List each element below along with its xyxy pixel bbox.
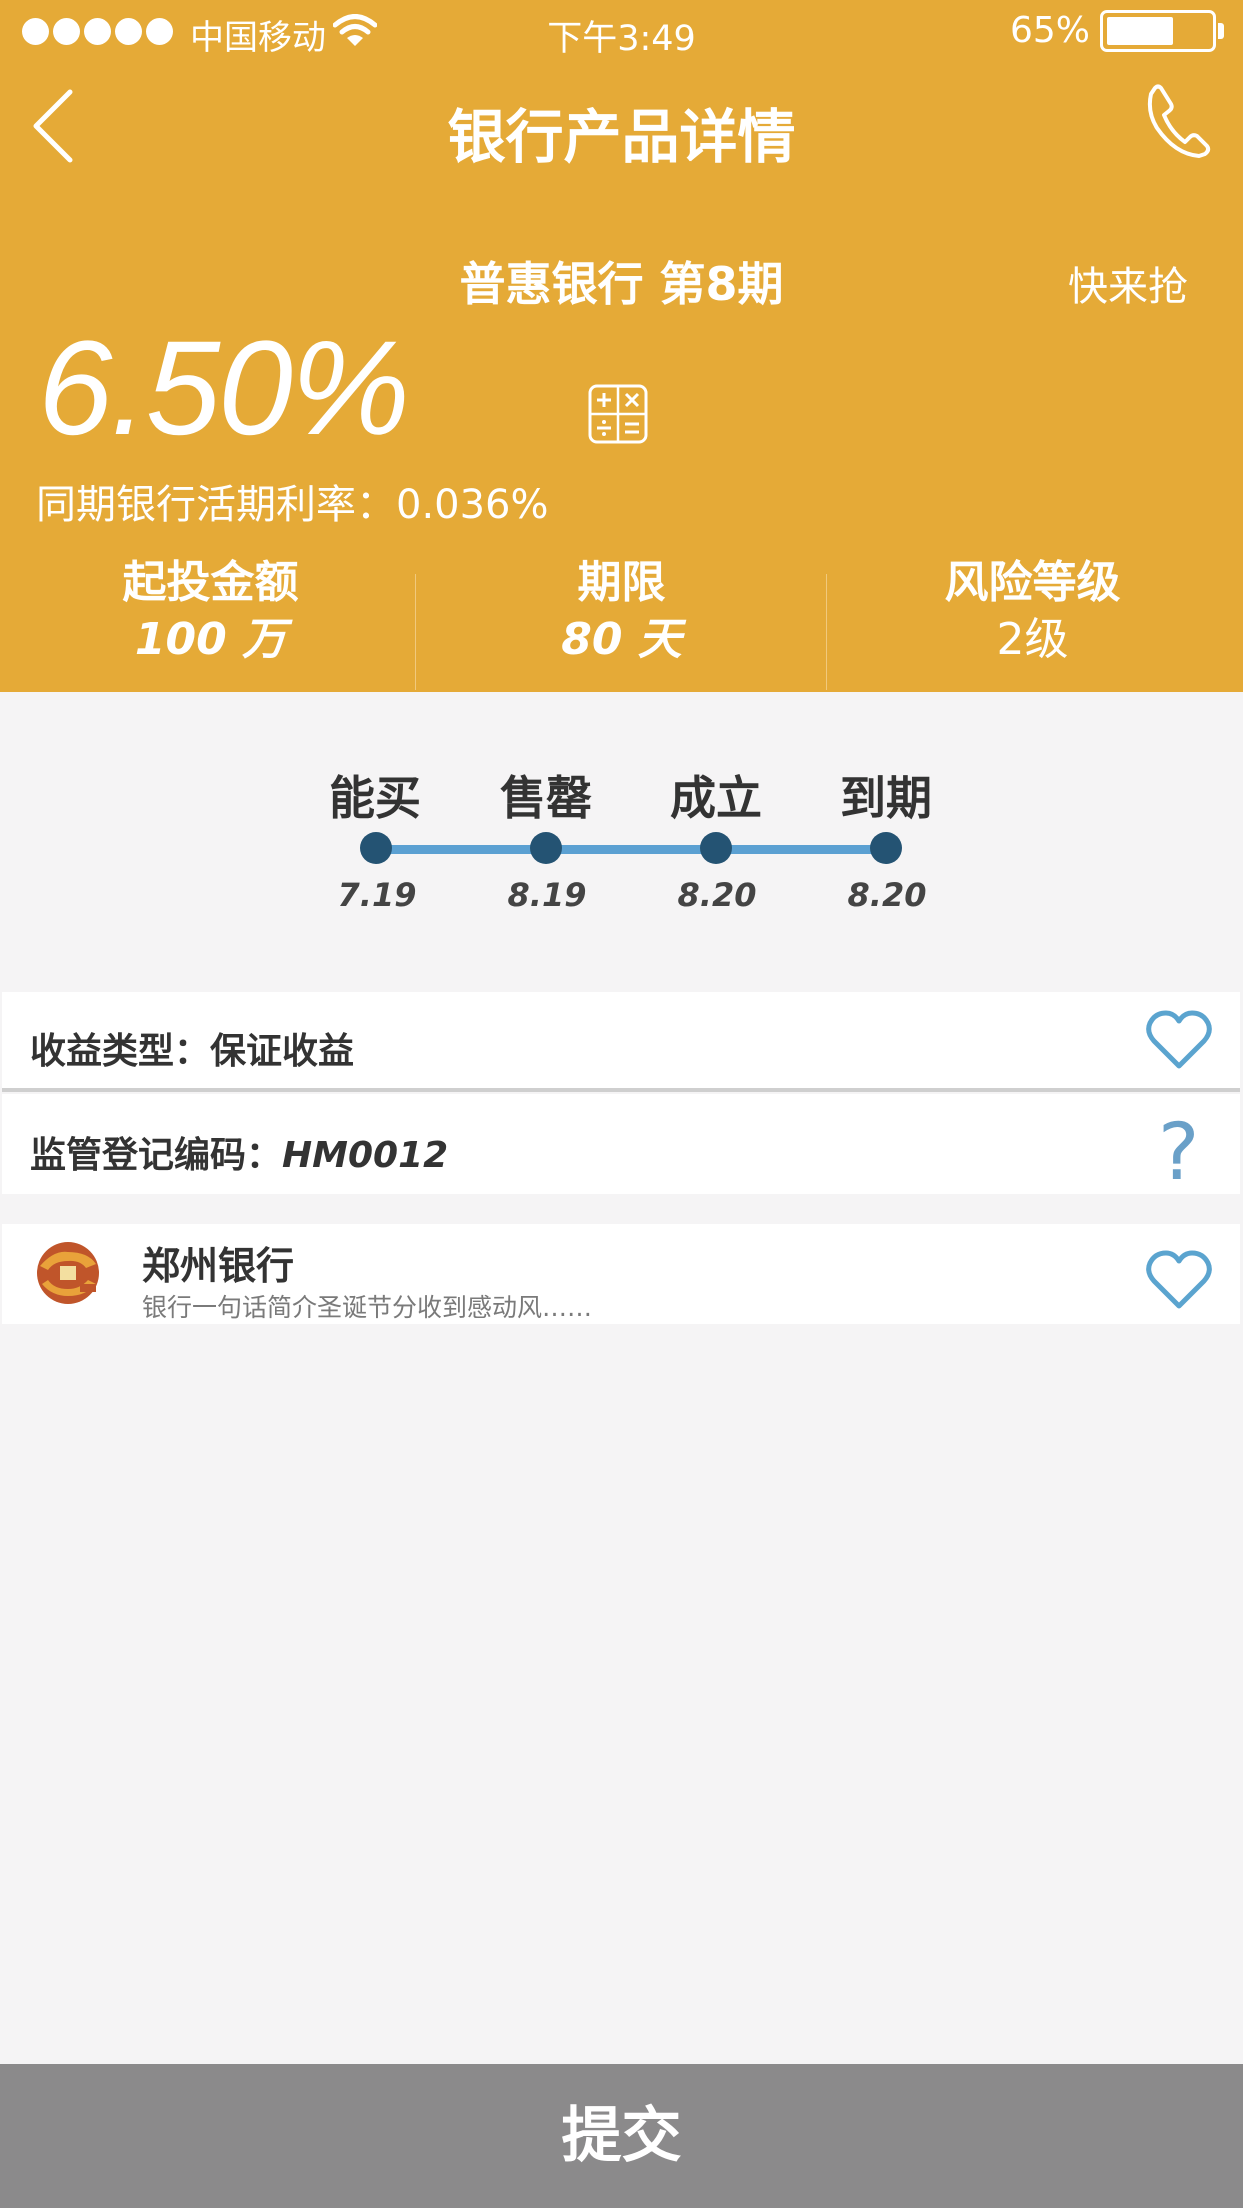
yield-type-text: 收益类型：保证收益 bbox=[30, 1031, 355, 1072]
promo-link[interactable]: 快来抢 bbox=[1068, 254, 1188, 312]
battery-tip bbox=[1218, 23, 1224, 39]
stat-min-investment: 起投金额 100 万 bbox=[5, 554, 416, 668]
battery-percent: 65% bbox=[1010, 10, 1091, 51]
stat-value: 2级 bbox=[996, 614, 1069, 666]
phone-icon[interactable] bbox=[1145, 84, 1211, 158]
battery-icon bbox=[1100, 10, 1216, 52]
status-bar: 中国移动 下午3:49 65% bbox=[0, 0, 1243, 62]
stat-label: 风险等级 bbox=[944, 557, 1121, 608]
help-icon[interactable]: ? bbox=[1158, 1108, 1199, 1198]
product-name: 普惠银行 第8期 bbox=[459, 257, 784, 311]
stat-value: 100 万 bbox=[134, 614, 287, 666]
timeline-track bbox=[376, 845, 886, 854]
stat-label: 起投金额 bbox=[122, 557, 299, 608]
header-panel: 中国移动 下午3:49 65% 银行产品详情 普惠银行 第8期 快来抢 6.50… bbox=[0, 0, 1243, 692]
timeline-date: 8.19 bbox=[507, 876, 587, 914]
timeline-dot bbox=[530, 832, 562, 864]
stat-term: 期限 80 天 bbox=[416, 554, 827, 668]
stat-label: 期限 bbox=[577, 557, 666, 608]
demand-deposit-rate: 同期银行活期利率：0.036% bbox=[36, 482, 549, 528]
calculator-icon[interactable] bbox=[588, 384, 648, 444]
registration-label: 监管登记编码： bbox=[30, 1135, 283, 1176]
timeline-label: 能买 bbox=[329, 771, 421, 825]
timeline-date: 7.19 bbox=[337, 876, 417, 914]
timeline-label: 售罄 bbox=[500, 771, 592, 825]
submit-button[interactable]: 提交 bbox=[0, 2064, 1243, 2208]
timeline-dot bbox=[360, 832, 392, 864]
bank-name: 郑州银行 bbox=[142, 1244, 295, 1288]
timeline-dot bbox=[870, 832, 902, 864]
row-divider bbox=[2, 1088, 1240, 1092]
timeline-date: 8.20 bbox=[847, 876, 927, 914]
registration-code: HM0012 bbox=[282, 1135, 449, 1176]
annual-rate: 6.50% bbox=[38, 314, 410, 463]
stat-value: 80 天 bbox=[561, 614, 682, 666]
registration-text: 监管登记编码：HM0012 bbox=[30, 1126, 448, 1178]
stat-risk-level: 风险等级 2级 bbox=[827, 554, 1238, 668]
timeline-dot bbox=[700, 832, 732, 864]
bank-logo-icon bbox=[37, 1242, 99, 1304]
timeline-label: 到期 bbox=[840, 771, 932, 825]
heart-icon[interactable] bbox=[1146, 1010, 1212, 1070]
timeline-label: 成立 bbox=[670, 771, 762, 825]
page-title: 银行产品详情 bbox=[447, 103, 796, 171]
bank-description: 银行一句话简介圣诞节分收到感动风…… bbox=[142, 1293, 593, 1322]
timeline-date: 8.20 bbox=[677, 876, 757, 914]
heart-icon[interactable] bbox=[1146, 1250, 1212, 1310]
